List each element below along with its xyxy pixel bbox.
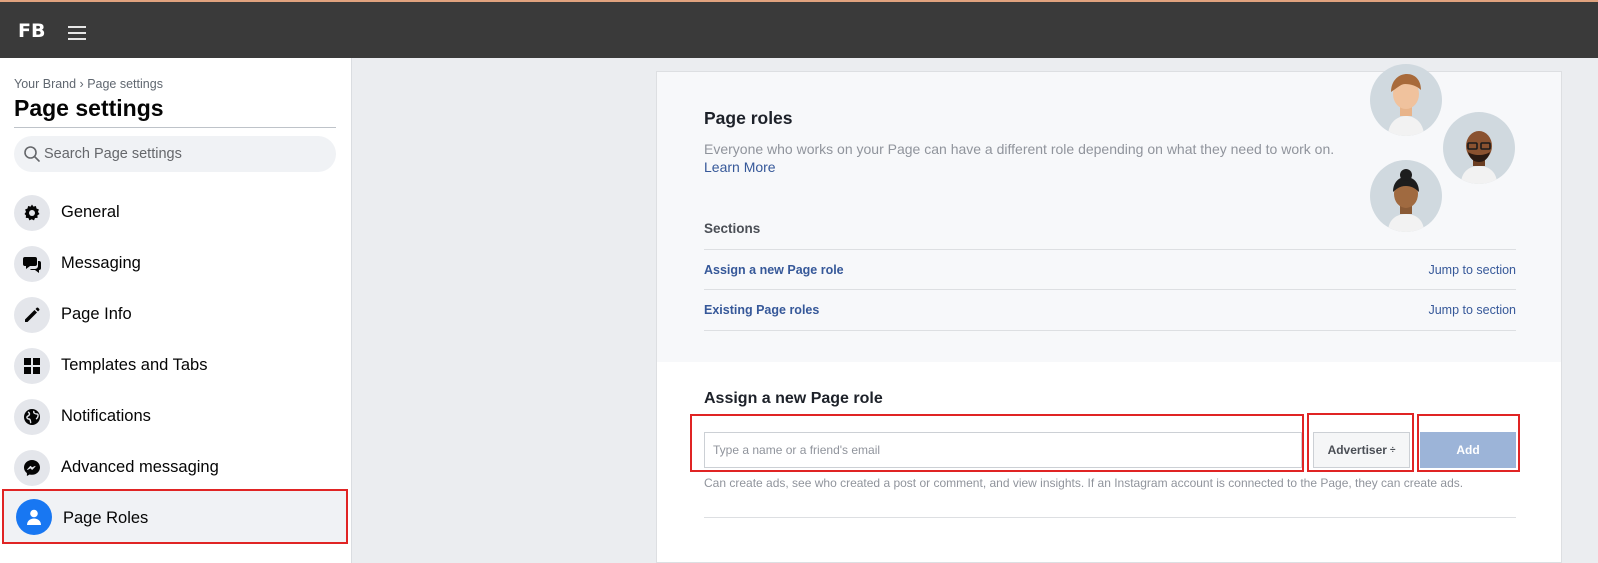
role-selected-value: Advertiser xyxy=(1327,443,1387,457)
sidebar-item-label: Page Roles xyxy=(63,509,149,527)
sidebar-item-label: Advanced messaging xyxy=(61,458,219,476)
sections-title: Sections xyxy=(704,221,761,236)
divider xyxy=(704,330,1516,331)
sidebar-item-messaging[interactable]: Messaging xyxy=(0,238,350,289)
add-button[interactable]: Add xyxy=(1420,432,1516,468)
divider xyxy=(704,289,1516,290)
page-roles-card: Page roles Everyone who works on your Pa… xyxy=(656,64,1562,563)
divider xyxy=(704,517,1516,518)
divider xyxy=(704,249,1516,250)
sidebar-item-page-info[interactable]: Page Info xyxy=(0,289,350,340)
sidebar-item-notifications[interactable]: Notifications xyxy=(0,391,350,442)
assign-role-title: Assign a new Page role xyxy=(704,390,883,407)
sidebar-item-label: Page Info xyxy=(61,305,132,323)
avatar-illustration xyxy=(1443,112,1515,184)
menu-icon[interactable] xyxy=(68,26,86,40)
person-illustration-icon xyxy=(1461,131,1497,184)
sidebar-item-general[interactable]: General xyxy=(0,187,350,238)
pencil-icon xyxy=(25,307,40,322)
grid-icon xyxy=(24,358,40,374)
sidebar: Your Brand › Page settings Page settings… xyxy=(0,58,352,563)
gear-icon xyxy=(24,204,40,221)
sort-arrows-icon: ÷ xyxy=(1389,444,1396,456)
search-icon xyxy=(24,146,40,162)
person-illustration-icon xyxy=(1388,169,1424,232)
role-dropdown[interactable]: Advertiser ÷ xyxy=(1313,432,1410,468)
jump-to-section-link[interactable]: Jump to section xyxy=(1428,303,1516,317)
sidebar-item-advanced-messaging[interactable]: Advanced messaging xyxy=(0,442,350,493)
sidebar-item-label: Messaging xyxy=(61,254,141,272)
top-bar: FB xyxy=(0,0,1598,58)
sidebar-item-label: Notifications xyxy=(61,407,151,425)
sidebar-item-page-roles[interactable]: Page Roles xyxy=(2,489,348,544)
learn-more-link[interactable]: Learn More xyxy=(704,159,776,175)
avatar-illustration xyxy=(1370,160,1442,232)
section-link-assign[interactable]: Assign a new Page role xyxy=(704,263,844,277)
jump-to-section-link[interactable]: Jump to section xyxy=(1428,263,1516,277)
role-description: Can create ads, see who created a post o… xyxy=(704,476,1464,490)
chat-bubbles-icon xyxy=(23,257,41,273)
app-logo[interactable]: FB xyxy=(18,20,45,42)
breadcrumb[interactable]: Your Brand › Page settings xyxy=(14,77,163,91)
page-roles-title: Page roles xyxy=(704,108,793,128)
globe-icon xyxy=(24,409,40,425)
sidebar-item-label: General xyxy=(61,203,120,221)
sidebar-item-templates-and-tabs[interactable]: Templates and Tabs xyxy=(0,340,350,391)
messenger-icon xyxy=(24,460,40,476)
page-roles-description: Everyone who works on your Page can have… xyxy=(704,141,1335,157)
avatar-illustration xyxy=(1370,64,1442,136)
person-icon xyxy=(27,509,41,525)
name-or-email-input[interactable] xyxy=(704,432,1302,468)
search-input[interactable] xyxy=(44,136,329,172)
page-roles-header: Page roles Everyone who works on your Pa… xyxy=(657,64,1561,362)
sidebar-item-label: Templates and Tabs xyxy=(61,356,208,374)
search-box[interactable] xyxy=(14,136,336,172)
person-illustration-icon xyxy=(1388,74,1424,136)
section-link-existing[interactable]: Existing Page roles xyxy=(704,303,819,317)
divider xyxy=(14,127,336,128)
page-title: Page settings xyxy=(14,95,164,121)
